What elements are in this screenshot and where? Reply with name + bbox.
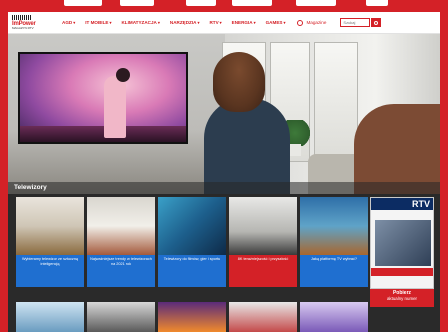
article-thumbnail bbox=[229, 197, 297, 255]
top-banner bbox=[0, 0, 448, 12]
banner-shape bbox=[296, 0, 336, 6]
article-caption: 8K teraźniejszość i przyszłość bbox=[229, 255, 297, 287]
search-input[interactable] bbox=[340, 18, 371, 27]
hero-image bbox=[8, 34, 440, 194]
chevron-down-icon: ▾ bbox=[197, 20, 200, 25]
nav-label: GAMES bbox=[265, 20, 283, 25]
chevron-down-icon: ▾ bbox=[219, 20, 222, 25]
search-icon bbox=[374, 20, 379, 25]
nav-item-it-mobile[interactable]: IT MOBILE▾ bbox=[85, 20, 111, 25]
magazine-masthead: RTV bbox=[371, 198, 433, 210]
nav-item-energia[interactable]: ENERGIA▾ bbox=[232, 20, 256, 25]
magazine-download[interactable]: RTV Pobierz aktualny numer bbox=[370, 197, 434, 307]
section-title: Telewizory bbox=[14, 184, 47, 191]
banner-shape bbox=[366, 0, 388, 6]
chevron-down-icon: ▾ bbox=[73, 20, 76, 25]
article-thumbnail[interactable] bbox=[229, 302, 297, 332]
nav-item-games[interactable]: GAMES▾ bbox=[266, 20, 286, 25]
article-thumbnail bbox=[16, 197, 84, 255]
nav-label: ENERGIA bbox=[231, 20, 253, 25]
site-header: ImPower MAGAZYN RTV AGD▾ IT MOBILE▾ KLIM… bbox=[8, 12, 440, 34]
article-thumbnail[interactable] bbox=[16, 302, 84, 332]
nav-label: NARZĘDZIA bbox=[169, 20, 197, 25]
article-thumbnail[interactable] bbox=[158, 302, 226, 332]
banner-shape bbox=[64, 0, 102, 6]
nav-label: IT MOBILE bbox=[85, 20, 109, 25]
hero-tv-figure bbox=[104, 76, 126, 138]
download-sublabel: aktualny numer bbox=[386, 296, 418, 301]
nav-label: AGD bbox=[62, 20, 73, 25]
site-logo[interactable]: ImPower MAGAZYN RTV bbox=[12, 14, 48, 32]
article-card[interactable]: Jaką platformę TV wybrać? bbox=[300, 197, 368, 287]
magazine-cover-photo bbox=[375, 220, 431, 266]
article-card[interactable]: Telewizory do filmów, gier i sportu bbox=[158, 197, 226, 287]
nav-label: RTV bbox=[209, 20, 219, 25]
article-thumbnail bbox=[300, 197, 368, 255]
magazine-cover: RTV bbox=[370, 197, 434, 289]
article-thumbnail[interactable] bbox=[300, 302, 368, 332]
magazines-link[interactable]: Magazine bbox=[297, 19, 327, 26]
nav-item-rtv[interactable]: RTV▾ bbox=[209, 20, 221, 25]
banner-shape bbox=[232, 0, 272, 6]
hero-tv-city bbox=[20, 126, 186, 142]
hero-person-second bbox=[354, 104, 440, 194]
nav-item-agd[interactable]: AGD▾ bbox=[62, 20, 75, 25]
logo-subtitle: MAGAZYN RTV bbox=[12, 26, 34, 30]
hero-plant-pot bbox=[289, 144, 301, 156]
article-grid-row-2 bbox=[16, 302, 432, 332]
hero-tv-figure-head bbox=[116, 68, 130, 82]
banner-shape bbox=[186, 0, 216, 6]
article-thumbnail[interactable] bbox=[87, 302, 155, 332]
article-caption: Jaką platformę TV wybrać? bbox=[300, 255, 368, 287]
article-card[interactable]: 8K teraźniejszość i przyszłość bbox=[229, 197, 297, 287]
circle-icon bbox=[297, 19, 304, 26]
nav-item-narzedzia[interactable]: NARZĘDZIA▾ bbox=[170, 20, 200, 25]
hero-person-head bbox=[213, 52, 265, 112]
magazines-label: Magazine bbox=[306, 20, 327, 25]
chevron-down-icon: ▾ bbox=[157, 20, 160, 25]
article-thumbnail bbox=[87, 197, 155, 255]
nav-item-klimatyzacja[interactable]: KLIMATYZACJA▾ bbox=[121, 20, 159, 25]
chevron-down-icon: ▾ bbox=[109, 20, 112, 25]
nav-label: KLIMATYZACJA bbox=[121, 20, 157, 25]
main-nav: AGD▾ IT MOBILE▾ KLIMATYZACJA▾ NARZĘDZIA▾… bbox=[62, 20, 295, 25]
search-button[interactable] bbox=[371, 18, 382, 27]
article-caption: Telewizory do filmów, gier i sportu bbox=[158, 255, 226, 287]
magazine-cover-band bbox=[371, 268, 433, 276]
article-caption: Wybieramy telewizor ze sztuczną intelige… bbox=[16, 255, 84, 287]
article-card[interactable]: Wybieramy telewizor ze sztuczną intelige… bbox=[16, 197, 84, 287]
article-card[interactable]: Najważniejsze trendy w telewizorach na 2… bbox=[87, 197, 155, 287]
section-header-bar bbox=[8, 182, 440, 196]
magazine-masthead-text: RTV bbox=[412, 199, 430, 209]
article-thumbnail bbox=[158, 197, 226, 255]
page: ImPower MAGAZYN RTV AGD▾ IT MOBILE▾ KLIM… bbox=[8, 12, 440, 332]
article-caption: Najważniejsze trendy w telewizorach na 2… bbox=[87, 255, 155, 287]
hero-tv-screen bbox=[20, 54, 186, 142]
logo-barcode-icon bbox=[12, 15, 32, 20]
hero-tv bbox=[18, 52, 188, 144]
hero-window bbox=[314, 42, 358, 162]
banner-shape bbox=[120, 0, 154, 6]
chevron-down-icon: ▾ bbox=[283, 20, 286, 25]
chevron-down-icon: ▾ bbox=[253, 20, 256, 25]
hero-person-body bbox=[204, 98, 290, 194]
